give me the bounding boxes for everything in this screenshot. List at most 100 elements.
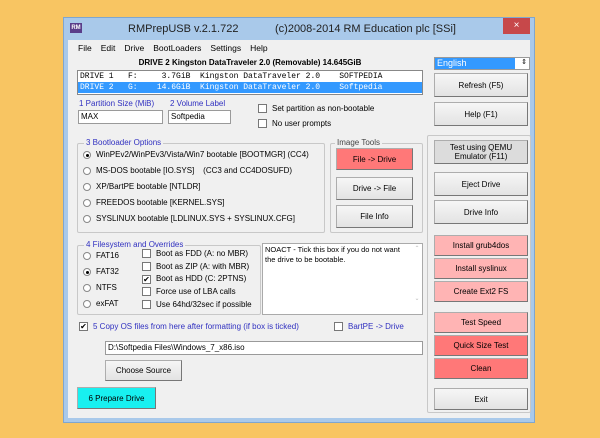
spin-icon[interactable]: ⇕: [521, 58, 527, 66]
radio-icon[interactable]: [83, 182, 91, 191]
fs-fat32[interactable]: FAT32: [83, 267, 119, 283]
option-label: XP/BartPE bootable [NTLDR]: [96, 182, 201, 191]
override-checkbox[interactable]: Boot as FDD (A: no MBR): [142, 249, 252, 262]
image-tools-title: Image Tools: [335, 138, 382, 147]
filesystem-types: FAT16 FAT32 NTFS exFAT: [83, 251, 119, 315]
choose-source-button[interactable]: Choose Source: [105, 360, 182, 381]
bootloader-option[interactable]: SYSLINUX bootable [LDLINUX.SYS + SYSLINU…: [83, 214, 309, 230]
test-speed-button[interactable]: Test Speed: [434, 312, 528, 333]
refresh-button[interactable]: Refresh (F5): [434, 73, 528, 97]
bootloader-title: 3 Bootloader Options: [84, 138, 164, 147]
bootloader-option[interactable]: MS-DOS bootable [IO.SYS] (CC3 and CC4DOS…: [83, 166, 309, 182]
checkbox-box[interactable]: [142, 300, 151, 310]
bootloader-option[interactable]: FREEDOS bootable [KERNEL.SYS]: [83, 198, 309, 214]
checkbox-box[interactable]: [142, 262, 151, 272]
no-prompts-label: No user prompts: [272, 119, 332, 128]
fs-exfat[interactable]: exFAT: [83, 299, 119, 315]
filesystem-overrides: Boot as FDD (A: no MBR) Boot as ZIP (A: …: [142, 249, 252, 312]
fs-ntfs[interactable]: NTFS: [83, 283, 119, 299]
file-to-drive-button[interactable]: File -> Drive: [336, 148, 413, 170]
option-label: FAT16: [96, 251, 119, 260]
option-label: SYSLINUX bootable [LDLINUX.SYS + SYSLINU…: [96, 214, 295, 223]
app-logo-icon: RM: [70, 23, 82, 33]
help-button[interactable]: Help (F1): [434, 102, 528, 126]
override-checkbox[interactable]: Use 64hd/32sec if possible: [142, 300, 252, 313]
menu-bootloaders[interactable]: BootLoaders: [153, 43, 201, 53]
quick-size-test-button[interactable]: Quick Size Test: [434, 335, 528, 356]
checkmark-icon[interactable]: ✔: [79, 322, 88, 332]
radio-icon[interactable]: [83, 198, 91, 207]
checkbox-box[interactable]: [258, 104, 267, 114]
partition-size-label: 1 Partition Size (MiB): [79, 99, 155, 108]
qemu-button[interactable]: Test using QEMU Emulator (F11): [434, 140, 528, 164]
override-checkbox[interactable]: Boot as ZIP (A: with MBR): [142, 262, 252, 275]
override-checkbox[interactable]: ✔ Boot as HDD (C: 2PTNS): [142, 274, 252, 287]
language-value: English: [435, 58, 515, 69]
clean-button[interactable]: Clean: [434, 358, 528, 379]
radio-icon[interactable]: [83, 267, 91, 276]
exit-button[interactable]: Exit: [434, 388, 528, 410]
checkmark-icon[interactable]: ✔: [142, 274, 151, 284]
non-bootable-checkbox[interactable]: Set partition as non-bootable: [258, 104, 375, 114]
override-checkbox[interactable]: Force use of LBA calls: [142, 287, 252, 300]
prepare-drive-button[interactable]: 6 Prepare Drive: [77, 387, 156, 409]
window-title: RMPrepUSB v.2.1.722: [128, 23, 239, 35]
scrollbar[interactable]: ⌃ ⌄: [412, 244, 422, 314]
drive-list-item[interactable]: DRIVE 1 F: 3.7GiB Kingston DataTraveler …: [78, 71, 422, 82]
menu-file[interactable]: File: [78, 43, 92, 53]
language-select[interactable]: English ⇕: [434, 57, 530, 70]
option-label: FREEDOS bootable [KERNEL.SYS]: [96, 198, 225, 207]
bartpe-checkbox[interactable]: BartPE -> Drive: [334, 322, 404, 332]
bartpe-label: BartPE -> Drive: [348, 322, 404, 331]
menu-help[interactable]: Help: [250, 43, 267, 53]
drive-list-item-selected[interactable]: DRIVE 2 G: 14.6GiB Kingston DataTraveler…: [78, 82, 422, 93]
radio-icon[interactable]: [83, 299, 91, 308]
bootloader-options: WinPEv2/WinPEv3/Vista/Win7 bootable [BOO…: [83, 150, 309, 230]
option-label: Boot as ZIP (A: with MBR): [156, 261, 250, 271]
menu-edit[interactable]: Edit: [101, 43, 116, 53]
file-info-button[interactable]: File Info: [336, 205, 413, 228]
checkbox-box[interactable]: [334, 322, 343, 332]
help-text: NOACT - Tick this box if you do not want…: [265, 245, 400, 264]
close-button[interactable]: ×: [503, 18, 530, 34]
drive-info-button[interactable]: Drive Info: [434, 200, 528, 224]
window-copyright: (c)2008-2014 RM Education plc [SSi]: [275, 23, 456, 35]
drive-list[interactable]: DRIVE 1 F: 3.7GiB Kingston DataTraveler …: [77, 70, 423, 95]
checkbox-box[interactable]: [142, 249, 151, 259]
eject-drive-button[interactable]: Eject Drive: [434, 172, 528, 196]
option-label: FAT32: [96, 267, 119, 276]
option-label: exFAT: [96, 299, 119, 308]
menu-bar: File Edit Drive BootLoaders Settings Help: [78, 43, 277, 53]
bootloader-option[interactable]: WinPEv2/WinPEv3/Vista/Win7 bootable [BOO…: [83, 150, 309, 166]
no-prompts-checkbox[interactable]: No user prompts: [258, 119, 332, 129]
drive-to-file-button[interactable]: Drive -> File: [336, 177, 413, 200]
radio-icon[interactable]: [83, 150, 91, 159]
option-label: WinPEv2/WinPEv3/Vista/Win7 bootable [BOO…: [96, 150, 309, 159]
volume-label-input[interactable]: Softpedia: [168, 110, 231, 124]
copy-os-label: 5 Copy OS files from here after formatti…: [93, 322, 299, 331]
option-label: Boot as HDD (C: 2PTNS): [156, 274, 247, 284]
checkbox-box[interactable]: [258, 119, 267, 129]
partition-size-input[interactable]: MAX: [78, 110, 163, 124]
create-ext2-button[interactable]: Create Ext2 FS: [434, 281, 528, 302]
install-grub4dos-button[interactable]: Install grub4dos: [434, 235, 528, 256]
source-path-input[interactable]: D:\Softpedia Files\Windows_7_x86.iso: [105, 341, 423, 355]
fs-fat16[interactable]: FAT16: [83, 251, 119, 267]
option-label: Boot as FDD (A: no MBR): [156, 249, 249, 258]
install-syslinux-button[interactable]: Install syslinux: [434, 258, 528, 279]
option-label: Force use of LBA calls: [156, 287, 236, 297]
help-textarea[interactable]: NOACT - Tick this box if you do not want…: [262, 243, 423, 315]
menu-drive[interactable]: Drive: [124, 43, 144, 53]
bootloader-option[interactable]: XP/BartPE bootable [NTLDR]: [83, 182, 309, 198]
checkbox-box[interactable]: [142, 287, 151, 297]
menu-settings[interactable]: Settings: [210, 43, 241, 53]
filesystem-title: 4 Filesystem and Overrides: [84, 240, 186, 249]
copy-os-checkbox[interactable]: ✔ 5 Copy OS files from here after formatt…: [79, 322, 299, 332]
radio-icon[interactable]: [83, 166, 91, 175]
radio-icon[interactable]: [83, 251, 91, 260]
non-bootable-label: Set partition as non-bootable: [272, 104, 375, 113]
radio-icon[interactable]: [83, 283, 91, 292]
radio-icon[interactable]: [83, 214, 91, 223]
option-label: MS-DOS bootable [IO.SYS] (CC3 and CC4DOS…: [96, 166, 293, 175]
option-label: Use 64hd/32sec if possible: [156, 299, 252, 309]
